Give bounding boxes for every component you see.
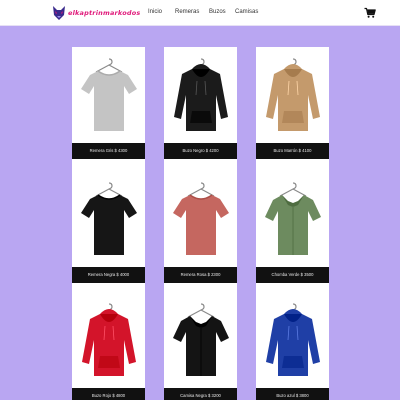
main-nav: Inicio Remeras Buzos Camisas [148,9,265,15]
brand-logo[interactable]: elkaptrinmarkodos [52,4,140,22]
hoodie-illustration [265,303,320,376]
product-image[interactable] [72,47,145,143]
nav-link-remeras[interactable]: Remeras [175,9,209,15]
product-caption[interactable]: Buzo azul $ 3800 [256,388,329,400]
product-image[interactable] [72,292,145,388]
product-caption[interactable]: Remera Gris $ 4300 [72,143,145,159]
product-card[interactable]: Buzo Marrón $ 4100 [256,47,329,171]
product-card[interactable]: Buzo Negro $ 4200 [164,47,237,171]
product-caption[interactable]: Camisa Negra $ 3200 [164,388,237,400]
product-caption[interactable]: Remera Rosa $ 2300 [164,267,237,283]
product-card[interactable]: Buzo Rojo $ 4800 [72,292,145,400]
product-caption[interactable]: Buzo Marrón $ 4100 [256,143,329,159]
product-image[interactable] [256,47,329,143]
product-card[interactable]: Remera Negra $ 4000 [72,171,145,295]
product-image[interactable] [256,292,329,388]
shirt-illustration [172,303,229,376]
shopping-cart-icon[interactable] [364,7,376,19]
product-image[interactable] [164,47,237,143]
product-image[interactable] [164,171,237,267]
product-caption[interactable]: Chomba Verde $ 3500 [256,267,329,283]
brand-name: elkaptrinmarkodos [68,9,141,17]
top-navbar: elkaptrinmarkodos Inicio Remeras Buzos C… [0,0,400,26]
wolf-logo-icon [53,6,65,20]
product-card[interactable]: Chomba Verde $ 3500 [256,171,329,295]
product-caption[interactable]: Buzo Rojo $ 4800 [72,388,145,400]
tshirt-illustration [80,182,137,255]
product-caption[interactable]: Remera Negra $ 4000 [72,267,145,283]
hoodie-illustration [265,58,320,131]
product-card[interactable]: Remera Gris $ 4300 [72,47,145,171]
nav-link-camisas[interactable]: Camisas [235,9,265,15]
nav-link-inicio[interactable]: Inicio [148,9,175,15]
product-card[interactable]: Buzo azul $ 3800 [256,292,329,400]
product-caption[interactable]: Buzo Negro $ 4200 [164,143,237,159]
product-image[interactable] [72,171,145,267]
tshirt-illustration [172,182,229,255]
product-card[interactable]: Remera Rosa $ 2300 [164,171,237,295]
product-image[interactable] [164,292,237,388]
product-image[interactable] [256,171,329,267]
tshirt-illustration [80,58,137,131]
hoodie-illustration [173,58,228,131]
hoodie-illustration [81,303,136,376]
product-card[interactable]: Camisa Negra $ 3200 [164,292,237,400]
nav-link-buzos[interactable]: Buzos [209,9,235,15]
shirt-illustration [264,182,321,255]
